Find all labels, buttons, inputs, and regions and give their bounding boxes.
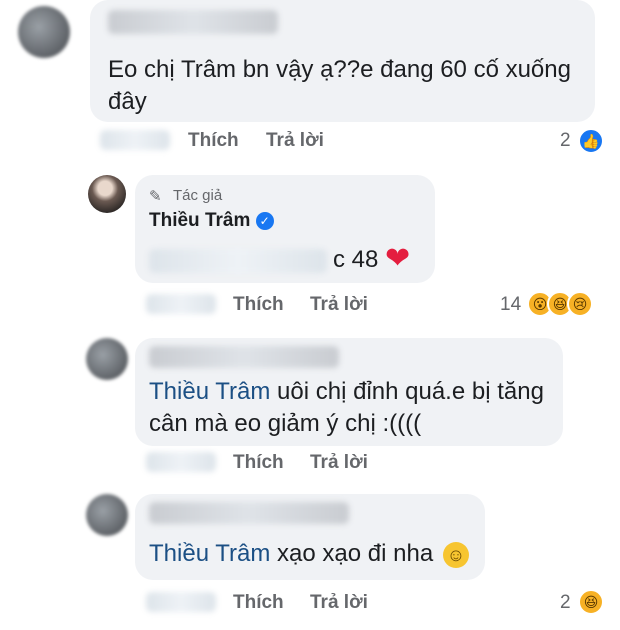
avatar[interactable] xyxy=(86,338,128,380)
reaction-count[interactable]: 14 xyxy=(500,294,521,316)
author-badge: Tác giả xyxy=(173,187,223,204)
verified-badge-icon: ✓ xyxy=(255,211,274,230)
comment-text: Eo chị Trâm bn vậy ạ??e đang 60 cố xuống… xyxy=(108,56,571,115)
heart-icon: ❤ xyxy=(385,242,411,275)
author-name-text[interactable]: Thiều Trâm xyxy=(149,210,250,231)
avatar[interactable] xyxy=(86,494,128,536)
reply-button[interactable]: Trả lời xyxy=(310,294,368,316)
haha-icon: 😆 xyxy=(578,589,604,615)
blurred-mention xyxy=(149,249,327,273)
like-button[interactable]: Thích xyxy=(233,294,284,316)
blurred-timestamp xyxy=(146,294,216,314)
reaction-count[interactable]: 2 xyxy=(560,592,571,614)
blurred-author-name xyxy=(108,10,278,34)
comment-body: xạo xạo đi nha xyxy=(277,540,434,567)
comment-text: Thiều Trâm xạo xạo đi nha xyxy=(149,538,433,570)
blurred-author-name xyxy=(149,502,349,524)
smile-emoji-icon: ☺ xyxy=(443,542,469,568)
comment-bubble: Thiều Trâm xạo xạo đi nha ☺ xyxy=(135,494,485,580)
blurred-author-name xyxy=(149,346,339,368)
reply-button[interactable]: Trả lời xyxy=(310,452,368,474)
like-button[interactable]: Thích xyxy=(188,130,239,152)
reply-button[interactable]: Trả lời xyxy=(310,592,368,614)
mention-link[interactable]: Thiều Trâm xyxy=(149,378,270,405)
blurred-timestamp xyxy=(146,452,216,472)
like-icon: 👍 xyxy=(578,128,604,154)
sad-icon: 😢 xyxy=(567,291,593,317)
author-avatar[interactable] xyxy=(88,175,126,213)
mention-link[interactable]: Thiều Trâm xyxy=(149,540,270,567)
blurred-timestamp xyxy=(100,130,170,150)
comment-text: c 48 xyxy=(333,246,379,273)
comment-bubble: ✎ Tác giả Thiều Trâm ✓ c 48 ❤ xyxy=(135,175,435,283)
blurred-timestamp xyxy=(146,592,216,612)
reply-button[interactable]: Trả lời xyxy=(266,130,324,152)
comment-bubble: Thiều Trâm uôi chị đỉnh quá.e bị tăng câ… xyxy=(135,338,563,446)
reaction-count[interactable]: 2 xyxy=(560,130,571,152)
author-name[interactable]: Thiều Trâm ✓ xyxy=(149,210,274,232)
pencil-icon: ✎ xyxy=(149,188,162,205)
like-button[interactable]: Thích xyxy=(233,452,284,474)
comment-bubble: Eo chị Trâm bn vậy ạ??e đang 60 cố xuống… xyxy=(90,0,595,122)
avatar[interactable] xyxy=(18,6,70,58)
like-button[interactable]: Thích xyxy=(233,592,284,614)
comment-text: Thiều Trâm uôi chị đỉnh quá.e bị tăng câ… xyxy=(149,376,549,440)
